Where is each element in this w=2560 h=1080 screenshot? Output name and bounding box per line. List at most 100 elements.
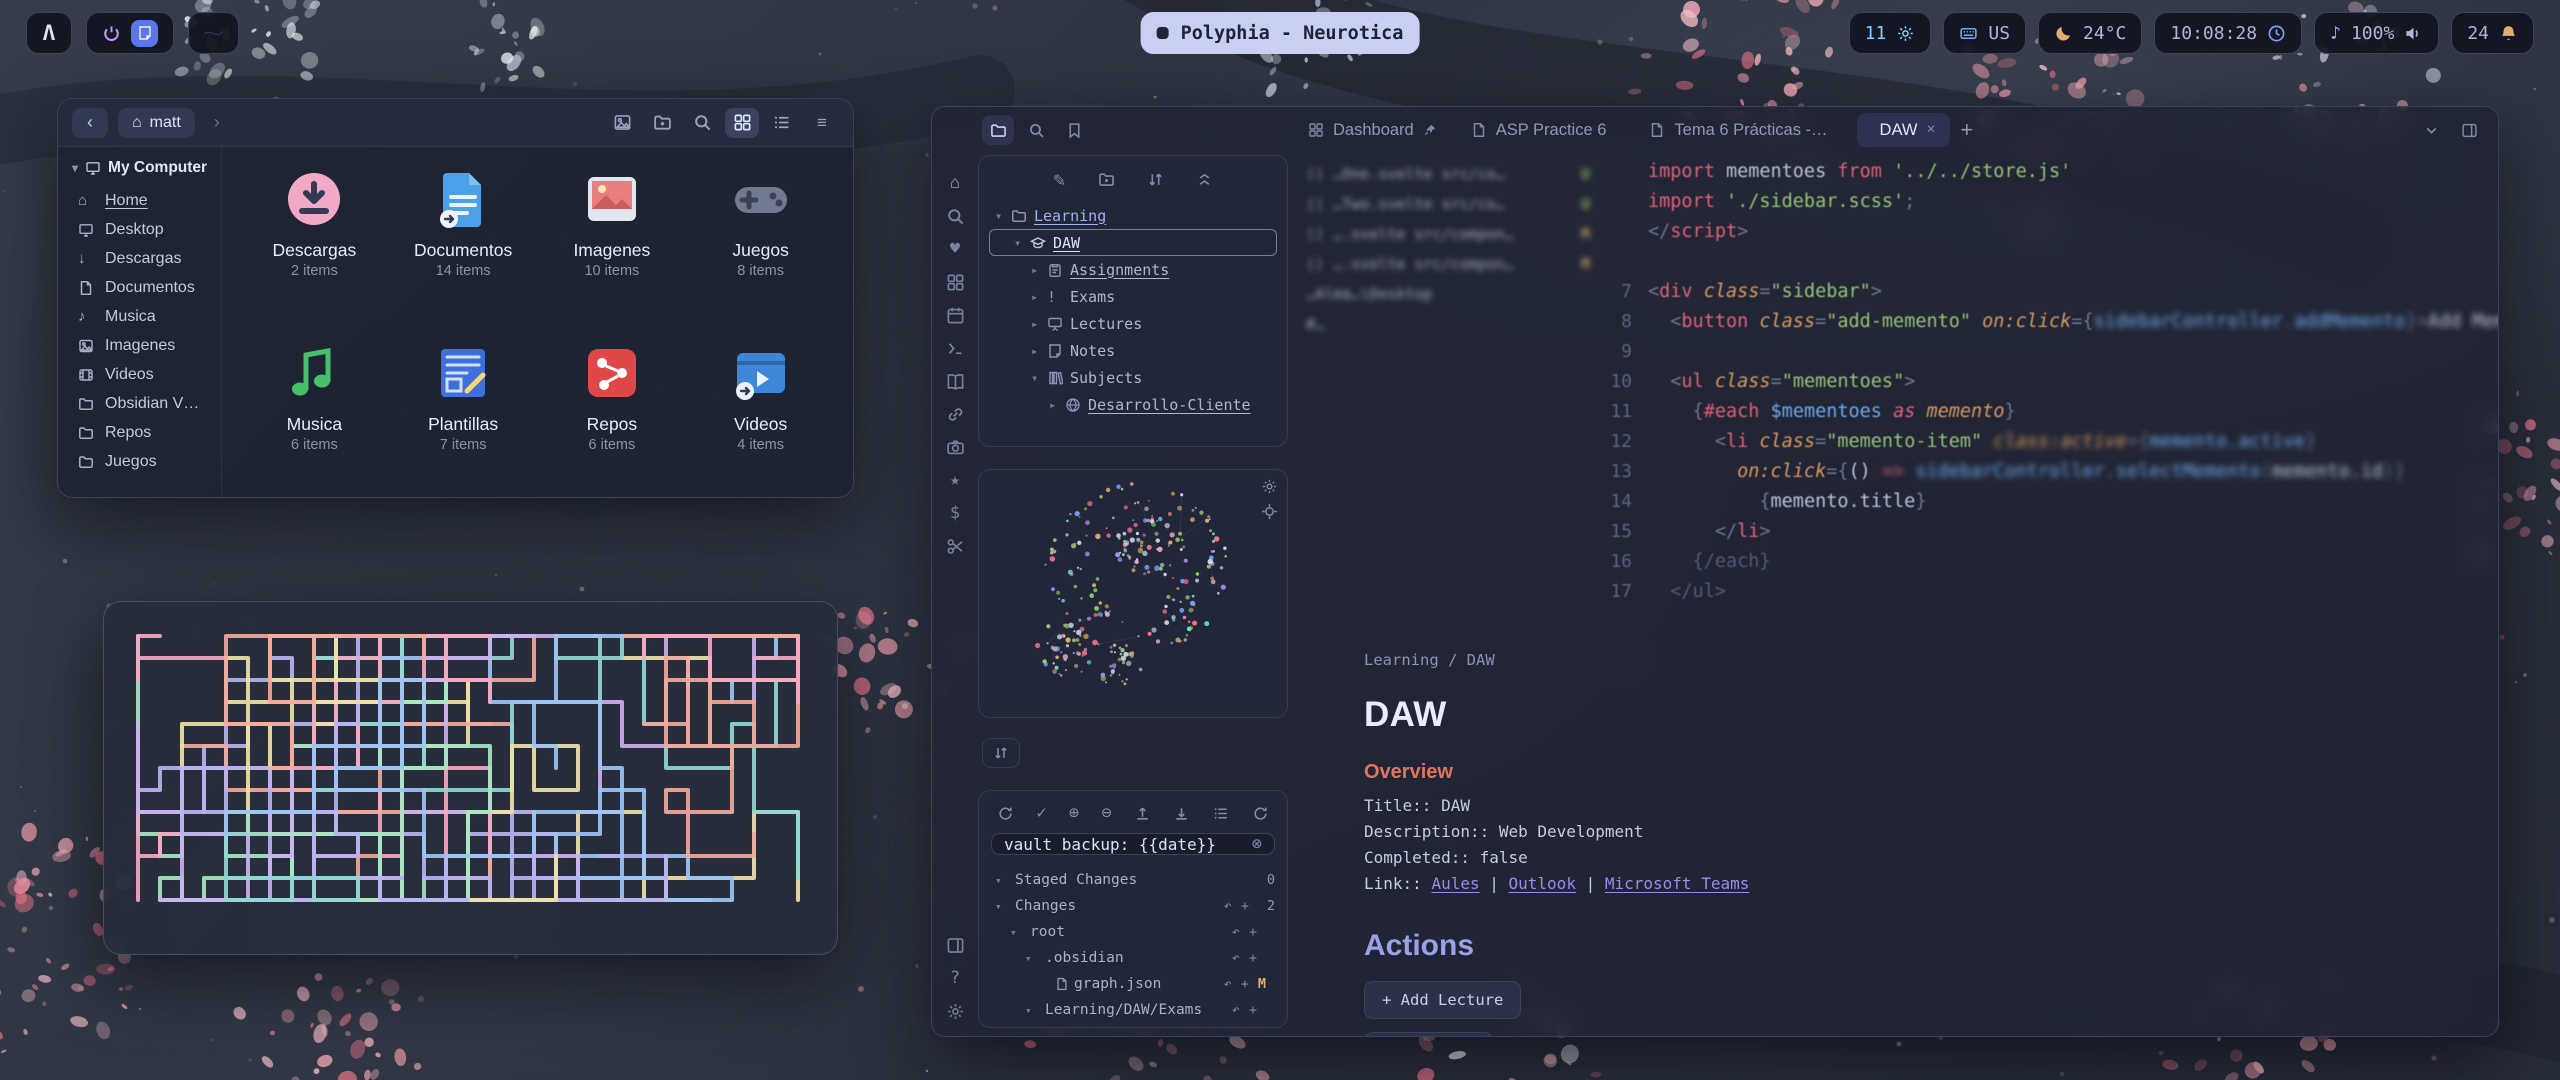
ribbon-book-button[interactable]	[941, 367, 969, 395]
ribbon-heart-button[interactable]: ♥	[941, 235, 969, 263]
search-button[interactable]	[685, 108, 719, 138]
sidebar-item-descargas[interactable]: ↓ Descargas	[72, 244, 215, 273]
tree-item-learning[interactable]: ▾ Learning	[989, 202, 1277, 229]
git-row-learning-daw-exams[interactable]: ▾ Learning/DAW/Exams ↶+	[991, 997, 1275, 1023]
files-panel-button[interactable]	[982, 115, 1014, 145]
tree-item-daw[interactable]: ▾ DAW	[989, 229, 1277, 256]
ribbon-terminal-button[interactable]	[941, 334, 969, 362]
folder-tile-descargas[interactable]: Descargas 2 items	[240, 167, 389, 317]
back-button[interactable]: ‹	[72, 108, 108, 138]
notifications-widget[interactable]: 24	[2451, 12, 2534, 54]
discard-icon[interactable]: ↶	[1224, 898, 1232, 914]
ribbon-search-button[interactable]	[941, 202, 969, 230]
git-row-staged-changes[interactable]: ▾ Staged Changes ↶+ 0	[991, 867, 1275, 893]
sidebar-item-juegos[interactable]: Juegos	[72, 447, 215, 476]
tree-item-subjects[interactable]: ▾ Subjects	[989, 364, 1277, 391]
unstage-button[interactable]: ⊖	[1101, 803, 1111, 823]
notes-app-icon[interactable]	[131, 20, 158, 47]
tree-item-lectures[interactable]: ▸ Lectures	[989, 310, 1277, 337]
ribbon-gear-button[interactable]	[941, 997, 969, 1025]
sidebar-item-imagenes[interactable]: Imagenes	[72, 331, 215, 360]
ribbon-home-button[interactable]: ⌂	[941, 169, 969, 197]
link-aules[interactable]: Aules	[1431, 874, 1479, 893]
tab-trailing-icon[interactable]	[1423, 123, 1437, 137]
tab-daw[interactable]: DAW ×	[1857, 113, 1950, 147]
stage-icon[interactable]: +	[1249, 1002, 1257, 1018]
tab-list-button[interactable]	[2416, 115, 2446, 145]
folder-tile-plantillas[interactable]: Plantillas 7 items	[389, 341, 538, 491]
ribbon-help-button[interactable]: ?	[941, 964, 969, 992]
link-microsoft-teams[interactable]: Microsoft Teams	[1605, 874, 1750, 893]
git-chevron-icon[interactable]: ▾	[1010, 926, 1025, 939]
stage-icon[interactable]: +	[1241, 976, 1249, 992]
new-folder-button[interactable]	[645, 108, 679, 138]
sidebar-item-desktop[interactable]: Desktop	[72, 215, 215, 244]
sidebar-item-repos[interactable]: Repos	[72, 418, 215, 447]
tree-chevron-icon[interactable]: ▾	[1014, 236, 1030, 250]
discard-icon[interactable]: ↶	[1224, 976, 1232, 992]
tab-dashboard[interactable]: Dashboard	[1294, 113, 1451, 147]
keyboard-layout-widget[interactable]: US	[1943, 12, 2026, 54]
screenshot-button[interactable]	[605, 108, 639, 138]
commit-message-input[interactable]: vault backup: {{date}} ⊗	[991, 833, 1275, 855]
tree-item-notes[interactable]: ▸ Notes	[989, 337, 1277, 364]
stage-icon[interactable]: +	[1249, 950, 1257, 966]
link-outlook[interactable]: Outlook	[1509, 874, 1576, 893]
ribbon-panel-button[interactable]	[941, 931, 969, 959]
ribbon-camera-button[interactable]	[941, 433, 969, 461]
git-chevron-icon[interactable]: ▾	[1025, 952, 1040, 965]
list-view-button[interactable]	[765, 108, 799, 138]
check-button[interactable]: ✓	[1036, 803, 1046, 823]
folder-tile-repos[interactable]: Repos 6 items	[538, 341, 687, 491]
compare-button[interactable]	[982, 738, 1020, 768]
launcher-button[interactable]: Λ	[26, 12, 72, 54]
folder-tile-documentos[interactable]: Documentos 14 items	[389, 167, 538, 317]
grid-view-button[interactable]	[725, 108, 759, 138]
git-chevron-icon[interactable]: ▾	[995, 900, 1010, 913]
tree-chevron-icon[interactable]: ▾	[995, 209, 1011, 223]
forward-button[interactable]: ›	[205, 112, 229, 133]
note-breadcrumb[interactable]: Learning / DAW	[1364, 651, 2364, 669]
pencil-button[interactable]: ✎	[1053, 171, 1066, 191]
volume-widget[interactable]: ♪ 100%	[2314, 12, 2439, 54]
ribbon-calendar-button[interactable]	[941, 301, 969, 329]
menu-button[interactable]: ≡	[805, 108, 839, 138]
search-panel-button[interactable]	[1020, 115, 1052, 145]
discard-icon[interactable]: ↶	[1232, 924, 1240, 940]
new-tab-button[interactable]: +	[1950, 113, 1984, 147]
discard-icon[interactable]: ↶	[1232, 950, 1240, 966]
tree-chevron-icon[interactable]: ▸	[1031, 317, 1047, 331]
system-graph-widget[interactable]	[188, 12, 239, 54]
git-row-changes[interactable]: ▾ Changes ↶+ 2	[991, 893, 1275, 919]
refresh-button[interactable]	[997, 805, 1014, 822]
git-row-graph-json[interactable]: graph.json ↶+ M	[991, 971, 1275, 997]
git-row-root[interactable]: ▾ root ↶+	[991, 919, 1275, 945]
ribbon-link-button[interactable]	[941, 400, 969, 428]
upload-button[interactable]	[1134, 805, 1151, 822]
sync-button[interactable]	[1252, 805, 1269, 822]
tab-tema-6-pr-cticas[interactable]: Tema 6 Prácticas -…	[1635, 113, 1850, 147]
git-row-obsidian[interactable]: ▾ .obsidian ↶+	[991, 945, 1275, 971]
tree-chevron-icon[interactable]: ▸	[1031, 263, 1047, 277]
folder-tile-videos[interactable]: Videos 4 items	[686, 341, 835, 491]
sort-button[interactable]	[1147, 171, 1164, 191]
sidebar-item-musica[interactable]: ♪ Musica	[72, 302, 215, 331]
button-add-note[interactable]: + Add Note	[1364, 1032, 1493, 1037]
list-button[interactable]	[1213, 805, 1230, 822]
git-chevron-icon[interactable]: ▾	[1025, 1004, 1040, 1017]
tree-item-assignments[interactable]: ▸ Assignments	[989, 256, 1277, 283]
ribbon-star-button[interactable]: ★	[941, 466, 969, 494]
download-button[interactable]	[1173, 805, 1190, 822]
bookmarks-panel-button[interactable]	[1058, 115, 1090, 145]
ribbon-scissors-button[interactable]	[941, 532, 969, 560]
breadcrumb[interactable]: ⌂ matt	[118, 108, 195, 138]
tree-item-exams[interactable]: ▸ ! Exams	[989, 283, 1277, 310]
tree-chevron-icon[interactable]: ▸	[1031, 290, 1047, 304]
sidebar-item-documentos[interactable]: Documentos	[72, 273, 215, 302]
sidebar-item-home[interactable]: ⌂ Home	[72, 186, 215, 215]
weather-widget[interactable]: 24°C	[2038, 12, 2142, 54]
clock-widget[interactable]: 10:08:28	[2154, 12, 2302, 54]
ribbon-grid-button[interactable]	[941, 268, 969, 296]
now-playing-widget[interactable]: Polyphia - Neurotica	[1141, 12, 1420, 54]
stage-icon[interactable]: +	[1249, 924, 1257, 940]
